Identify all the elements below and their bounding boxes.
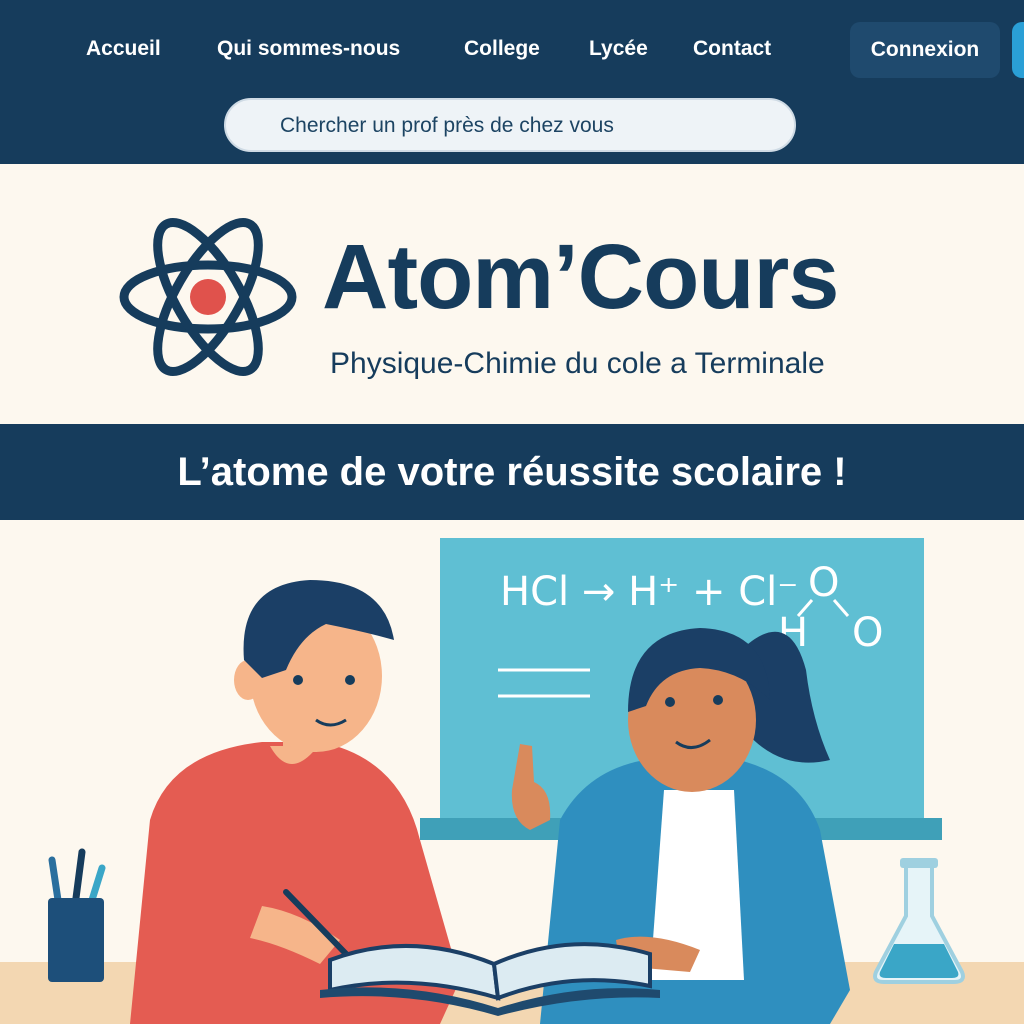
chemical-equation-text: HCl → H⁺ + Cl⁻ [500,569,798,615]
slogan-banner: L’atome de votre réussite scolaire ! [0,424,1024,520]
molecule-atom-label: O [852,610,883,656]
search-input[interactable] [278,110,762,142]
nav-link-lycee[interactable]: Lycée [589,33,648,65]
molecule-atom-label: O [808,560,839,606]
erlenmeyer-flask-icon [873,858,965,984]
top-navigation-bar: Accueil Qui sommes-nous College Lycée Co… [0,0,1024,164]
brand-tagline: Physique-Chimie du cole a Terminale [330,347,825,380]
brand-name: Atom’Cours [322,226,839,328]
signup-button[interactable] [1012,22,1024,78]
login-button[interactable]: Connexion [850,22,1000,78]
teacher-search-bar[interactable] [224,98,796,152]
nav-link-qui-sommes-nous[interactable]: Qui sommes-nous [217,33,400,65]
tutoring-illustration: HCl → H⁺ + Cl⁻ O H O [0,538,1024,1024]
nav-link-contact[interactable]: Contact [693,33,771,65]
pencil-cup-icon [48,848,106,982]
nav-link-college[interactable]: College [464,33,540,65]
nav-link-accueil[interactable]: Accueil [86,33,161,65]
slogan-text: L’atome de votre réussite scolaire ! [177,450,847,494]
atom-logo-icon [119,218,297,376]
